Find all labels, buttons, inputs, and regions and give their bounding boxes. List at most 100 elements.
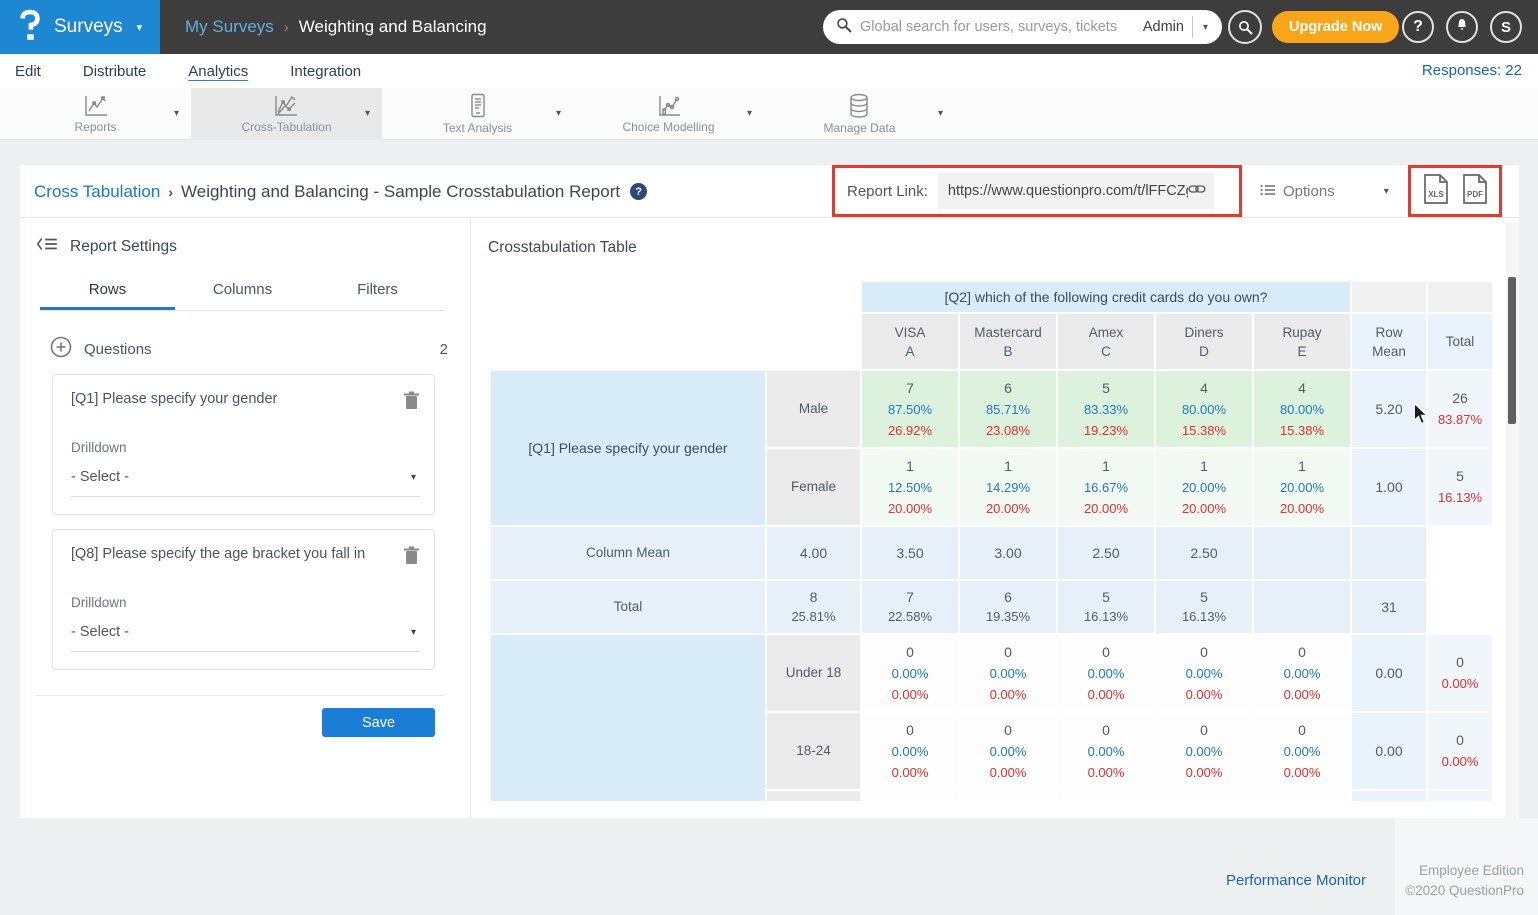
svg-text:XLS: XLS	[1428, 190, 1444, 199]
column-header-mastercard: MastercardB	[960, 314, 1056, 369]
data-cell: 00.00%0.00%	[862, 713, 958, 789]
row-group-label	[491, 635, 765, 801]
choice-model-icon	[656, 94, 682, 118]
options-dropdown[interactable]: Options ▾	[1260, 165, 1389, 218]
mean-cell: 3.00	[960, 527, 1056, 579]
delete-question-icon[interactable]	[403, 391, 420, 415]
data-cell: 00.00%0.00%	[1058, 635, 1154, 711]
survey-nav: Edit Distribute Analytics Integration Re…	[0, 54, 1538, 88]
toolbar-item-manage-data[interactable]: Manage Data ▾	[764, 88, 955, 140]
nav-item-distribute[interactable]: Distribute	[83, 63, 146, 80]
total-cell	[1352, 527, 1426, 579]
total-count-cell: 516.13%	[1156, 581, 1252, 633]
user-avatar[interactable]: S	[1490, 11, 1522, 43]
drilldown-select[interactable]: - Select - ▾	[71, 624, 420, 652]
row-mean-cell	[1254, 581, 1350, 633]
report-link-annotation-box: Report Link: https://www.questionpro.com…	[832, 165, 1242, 217]
total-count-cell: 825.81%	[767, 581, 860, 633]
search-icon	[836, 17, 852, 38]
tab-columns[interactable]: Columns	[175, 281, 310, 310]
table-row: Column Mean4.003.503.002.502.50	[491, 527, 1492, 579]
report-settings-panel: Report Settings Rows Columns Filters Que…	[20, 218, 471, 818]
questions-header-row: Questions 2	[50, 336, 448, 362]
export-xls-icon[interactable]: XLS	[1423, 174, 1449, 209]
tab-rows[interactable]: Rows	[40, 281, 175, 310]
data-cell: 120.00%20.00%	[1254, 449, 1350, 525]
drilldown-label: Drilldown	[71, 440, 420, 455]
table-cell	[491, 314, 860, 369]
global-search-input[interactable]	[860, 19, 1137, 35]
question-text: [Q1] Please specify your gender	[71, 391, 403, 407]
row-group-label: [Q1] Please specify your gender	[491, 371, 765, 525]
settings-panel-title: Report Settings	[70, 238, 177, 256]
question-mark-icon: ?	[1413, 18, 1423, 36]
column-group-header: [Q2] which of the following credit cards…	[862, 282, 1350, 312]
search-submit-button[interactable]	[1228, 10, 1262, 44]
questions-label: Questions	[84, 341, 152, 358]
notifications-button[interactable]	[1446, 11, 1478, 43]
add-question-icon[interactable]	[50, 336, 72, 362]
global-search: Admin ▾	[823, 10, 1222, 44]
export-annotation-box: XLS PDF	[1408, 165, 1502, 217]
column-header-total: Total	[1428, 314, 1492, 369]
data-cell	[1156, 791, 1252, 801]
help-button[interactable]: ?	[1402, 11, 1434, 43]
vertical-scrollbar[interactable]	[1506, 222, 1518, 818]
toolbar-item-text-analysis[interactable]: Text Analysis▾	[382, 88, 573, 140]
chevron-down-icon[interactable]: ▾	[174, 108, 179, 119]
row-label: Female	[767, 449, 860, 525]
report-link-url[interactable]: https://www.questionpro.com/t/lFFCZg	[948, 183, 1188, 199]
chevron-down-icon[interactable]: ▾	[938, 108, 943, 119]
toolbar-item-choice-modelling[interactable]: Choice Modelling▾	[573, 88, 764, 140]
total-cell: 516.13%	[1428, 449, 1492, 525]
chevron-down-icon[interactable]: ▾	[365, 108, 370, 119]
drilldown-select-value: - Select -	[71, 624, 411, 640]
collapse-panel-icon[interactable]	[36, 236, 58, 257]
performance-monitor-link[interactable]: Performance Monitor	[1226, 872, 1366, 889]
export-pdf-icon[interactable]: PDF	[1462, 174, 1488, 209]
upgrade-now-button[interactable]: Upgrade Now	[1272, 11, 1399, 43]
chevron-down-icon: ▾	[411, 627, 416, 638]
chevron-down-icon[interactable]: ▾	[1203, 22, 1208, 33]
scrollbar-thumb[interactable]	[1508, 277, 1516, 424]
search-scope-label[interactable]: Admin	[1143, 19, 1184, 35]
data-cell: 480.00%15.38%	[1254, 371, 1350, 447]
chevron-down-icon[interactable]: ▾	[556, 108, 561, 119]
data-cell: 00.00%0.00%	[862, 635, 958, 711]
nav-item-edit[interactable]: Edit	[15, 63, 41, 80]
toolbar-item-reports[interactable]: Reports▾	[0, 88, 191, 140]
help-icon[interactable]: ?	[630, 183, 647, 200]
cross-tabulation-link[interactable]: Cross Tabulation	[34, 182, 160, 202]
chevron-down-icon[interactable]: ▾	[1384, 186, 1389, 197]
drilldown-label: Drilldown	[71, 595, 420, 610]
data-cell: 787.50%26.92%	[862, 371, 958, 447]
link-icon[interactable]	[1188, 182, 1206, 201]
nav-item-integration[interactable]: Integration	[290, 63, 361, 80]
total-cell: 00.00%	[1428, 635, 1492, 711]
breadcrumb-my-surveys[interactable]: My Surveys	[185, 17, 274, 37]
list-options-icon	[1260, 183, 1276, 201]
data-cell: 00.00%0.00%	[1254, 713, 1350, 789]
product-menu[interactable]: Surveys ▾	[0, 0, 160, 54]
nav-item-analytics[interactable]: Analytics	[188, 63, 248, 80]
grand-total-cell: 31	[1352, 581, 1426, 633]
chevron-down-icon[interactable]: ▾	[747, 108, 752, 119]
responses-count[interactable]: Responses: 22	[1422, 62, 1522, 79]
row-label: Under 18	[767, 635, 860, 711]
delete-question-icon[interactable]	[403, 546, 420, 570]
tab-filters[interactable]: Filters	[310, 281, 445, 310]
report-link-field[interactable]: https://www.questionpro.com/t/lFFCZg	[938, 173, 1214, 209]
question-text: [Q8] Please specify the age bracket you …	[71, 546, 403, 562]
mean-cell: 2.50	[1058, 527, 1154, 579]
total-count-cell: 619.35%	[960, 581, 1056, 633]
toolbar-item-label: Manage Data	[823, 121, 895, 135]
data-cell: 00.00%0.00%	[1254, 635, 1350, 711]
toolbar-item-cross-tabulation[interactable]: Cross-Tabulation▾	[191, 88, 382, 140]
drilldown-select[interactable]: - Select - ▾	[71, 469, 420, 497]
save-button[interactable]: Save	[322, 708, 435, 737]
edition-label: Employee Edition	[1405, 861, 1524, 881]
product-menu-label: Surveys	[54, 16, 123, 38]
data-cell: 00.00%0.00%	[960, 713, 1056, 789]
column-header-amex: AmexC	[1058, 314, 1154, 369]
report-header-bar: Cross Tabulation › Weighting and Balanci…	[20, 165, 1519, 218]
